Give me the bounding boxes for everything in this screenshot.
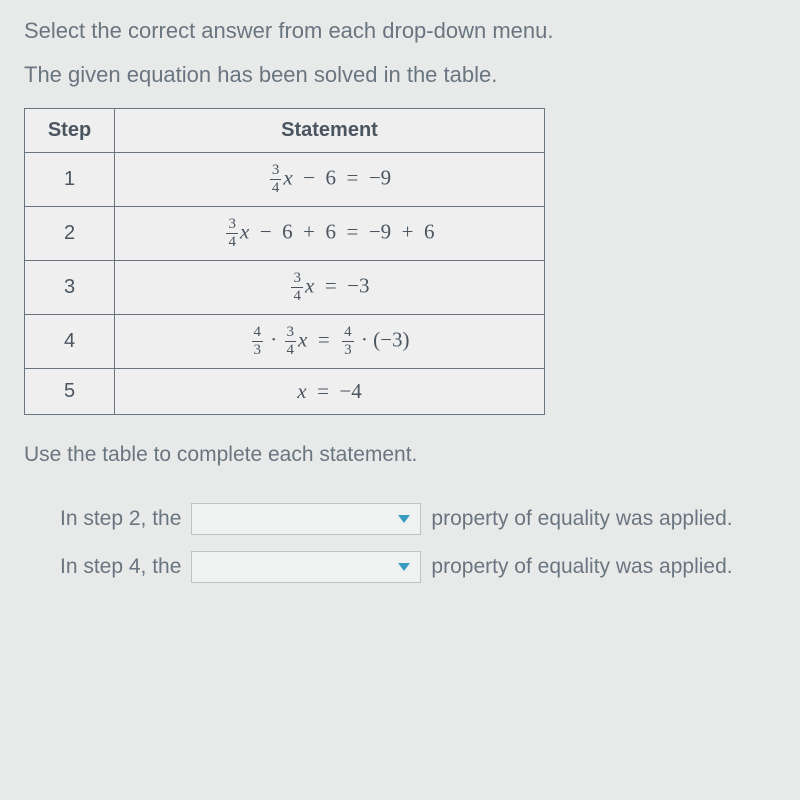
chevron-down-icon xyxy=(398,563,410,571)
fill-row-step2: In step 2, the property of equality was … xyxy=(60,503,776,535)
context-text: The given equation has been solved in th… xyxy=(24,62,776,88)
fill-prefix: In step 4, the xyxy=(60,555,181,579)
fill-suffix: property of equality was applied. xyxy=(431,555,732,579)
table-row: 5 x = −4 xyxy=(25,369,545,415)
steps-table: Step Statement 1 34x − 6 = −9 2 34x − 6 … xyxy=(24,108,545,415)
step-cell: 1 xyxy=(25,153,115,207)
completion-prompt: Use the table to complete each statement… xyxy=(24,443,776,467)
fill-row-step4: In step 4, the property of equality was … xyxy=(60,551,776,583)
step-cell: 3 xyxy=(25,261,115,315)
statement-cell: 34x − 6 + 6 = −9 + 6 xyxy=(115,207,545,261)
header-step: Step xyxy=(25,109,115,153)
statement-cell: 34x = −3 xyxy=(115,261,545,315)
table-row: 2 34x − 6 + 6 = −9 + 6 xyxy=(25,207,545,261)
chevron-down-icon xyxy=(398,515,410,523)
fill-suffix: property of equality was applied. xyxy=(431,507,732,531)
step-cell: 5 xyxy=(25,369,115,415)
fill-prefix: In step 2, the xyxy=(60,507,181,531)
table-row: 1 34x − 6 = −9 xyxy=(25,153,545,207)
statement-cell: 43 · 34x = 43 · (−3) xyxy=(115,315,545,369)
table-header-row: Step Statement xyxy=(25,109,545,153)
statement-cell: x = −4 xyxy=(115,369,545,415)
fill-in-block: In step 2, the property of equality was … xyxy=(24,503,776,583)
table-row: 4 43 · 34x = 43 · (−3) xyxy=(25,315,545,369)
instruction-text: Select the correct answer from each drop… xyxy=(24,18,776,44)
dropdown-step4[interactable] xyxy=(191,551,421,583)
header-statement: Statement xyxy=(115,109,545,153)
table-row: 3 34x = −3 xyxy=(25,261,545,315)
step-cell: 4 xyxy=(25,315,115,369)
statement-cell: 34x − 6 = −9 xyxy=(115,153,545,207)
dropdown-step2[interactable] xyxy=(191,503,421,535)
step-cell: 2 xyxy=(25,207,115,261)
